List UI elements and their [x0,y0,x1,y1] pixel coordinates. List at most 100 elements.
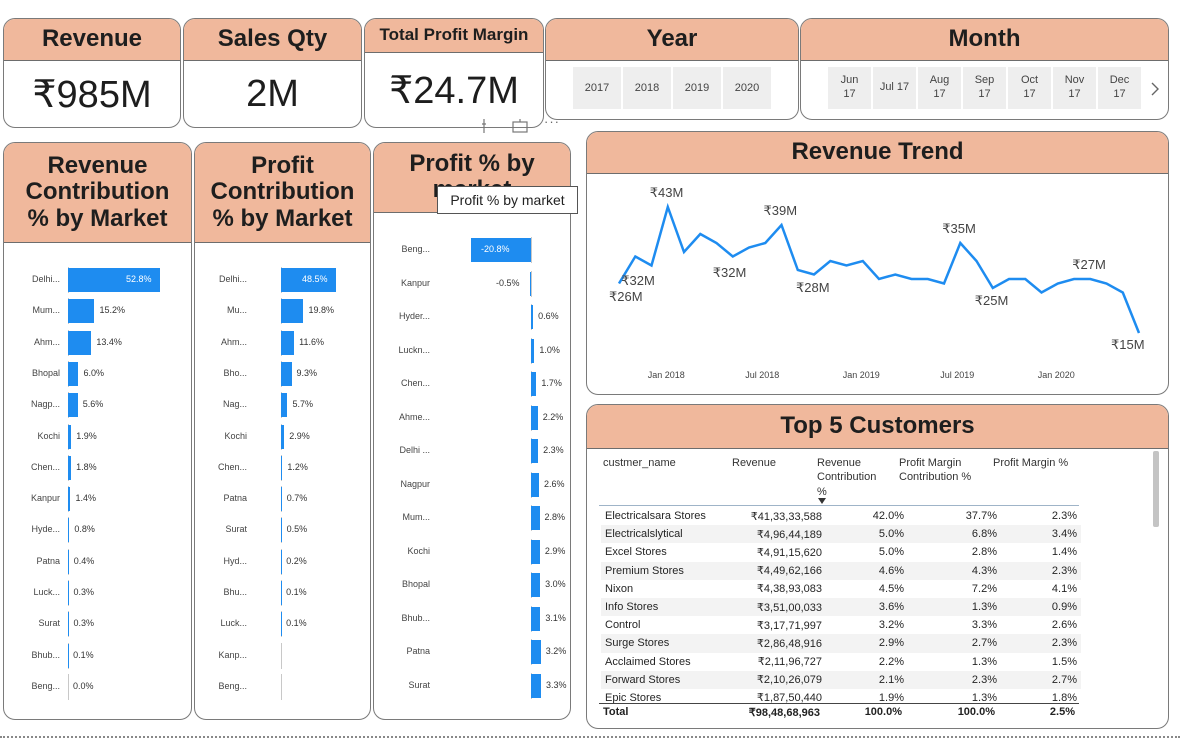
table-row[interactable]: Premium Stores ₹4,49,62,166 4.6% 4.3% 2.3% [601,561,1081,580]
bar[interactable] [68,581,69,605]
profit-margin-card[interactable]: Total Profit Margin ₹24.7M [364,18,544,128]
column-header-profit-margin[interactable]: Profit Margin % [993,456,1068,470]
month-option[interactable]: Sep 17 [963,67,1006,109]
table-row[interactable]: Acclaimed Stores ₹2,11,96,727 2.2% 1.3% 1.5% [601,653,1081,671]
sales-qty-title: Sales Qty [184,19,361,61]
column-header-customer[interactable]: custmer_name [603,456,676,470]
bar[interactable] [68,518,70,543]
sort-desc-icon[interactable] [818,498,826,504]
bar[interactable] [281,549,282,574]
bar[interactable] [531,539,540,564]
table-scrollbar[interactable] [1153,451,1159,527]
bar[interactable] [281,581,282,605]
top-customers-table[interactable]: Top 5 Customers custmer_name Revenue Rev… [586,404,1169,729]
bar[interactable] [531,372,537,396]
month-option[interactable]: Dec 17 [1098,67,1141,109]
bar[interactable] [68,455,72,480]
bar[interactable] [529,271,532,296]
profit-contribution-chart[interactable]: Profit Contribution % by Market Delhi...… [194,142,371,720]
revenue-card[interactable]: Revenue ₹985M [3,18,181,128]
year-option[interactable]: 2018 [623,67,671,109]
month-option[interactable]: Nov 17 [1053,67,1096,109]
bar[interactable] [531,405,538,430]
bar[interactable] [68,612,69,637]
year-option[interactable]: 2019 [673,67,721,109]
bar-category-label: Bhopal [31,367,60,378]
month-option[interactable]: Jun 17 [828,67,871,109]
bar[interactable] [281,330,295,355]
bar[interactable] [68,299,95,324]
bar[interactable] [281,612,282,637]
month-slicer: Month Jun 17 Jul 17 Aug 17 Sep 17 Oct 17 Nov 17 Dec… [800,18,1169,120]
bar[interactable] [281,518,282,543]
bar[interactable] [531,472,539,497]
table-row[interactable]: Control ₹3,17,71,997 3.2% 3.3% 2.6% [601,616,1081,634]
table-row[interactable]: Electricalsara Stores ₹41,33,33,588 42.0% 3… [601,507,1081,525]
bar-value-label: 19.8% [308,305,334,316]
bar[interactable] [281,424,285,449]
column-header-revenue[interactable]: Revenue [732,456,776,470]
sales-qty-card[interactable]: Sales Qty 2M [183,18,362,128]
bar[interactable] [281,361,292,386]
chevron-right-icon[interactable] [1149,81,1161,97]
bar[interactable] [68,549,69,574]
bar[interactable] [531,606,541,631]
table-cell: 3.4% [1001,525,1081,544]
bar[interactable] [531,673,541,698]
total-revenue: ₹98,48,68,963 [748,707,820,719]
bar-value-label: 5.6% [82,399,104,410]
table-cell: 2.3% [1001,634,1081,653]
revenue-trend-chart[interactable]: Revenue Trend ₹26M ₹32M ₹43M ₹32M ₹39M ₹28M ₹3… [586,131,1169,395]
table-row[interactable]: Info Stores ₹3,51,00,033 3.6% 1.3% 0.9% [601,597,1081,617]
table-row[interactable]: Surge Stores ₹2,86,48,916 2.9% 2.7% 2.3% [601,634,1081,653]
bar[interactable] [531,439,539,463]
bar[interactable] [68,424,72,449]
year-option[interactable]: 2017 [573,67,621,109]
bar[interactable] [68,330,92,355]
bar[interactable] [531,640,541,664]
sales-qty-value: 2M [246,72,299,115]
table-cell: ₹2,10,26,079 [726,670,826,689]
bar[interactable] [281,455,283,480]
profit-pct-chart[interactable]: Profit % by market Beng...-20.8%Kanpur-0… [373,142,571,720]
x-axis-tick-label: Jan 2019 [842,370,880,380]
table-row[interactable]: Forward Stores ₹2,10,26,079 2.1% 2.3% 2.7% [601,670,1081,689]
bar-value-label: 5.7% [292,399,313,410]
bar[interactable] [281,487,282,512]
bar[interactable] [531,305,534,329]
revenue-contribution-chart[interactable]: Revenue Contribution % by Market Delhi..… [3,142,192,720]
customers-grid: Electricalsara Stores ₹41,33,33,588 42.0% 3… [601,507,1081,707]
table-row[interactable]: Nixon ₹4,38,93,083 4.5% 7.2% 4.1% [601,580,1081,598]
month-option[interactable]: Aug 17 [918,67,961,109]
bar-baseline [531,237,533,263]
month-option[interactable]: Oct 17 [1008,67,1051,109]
bar[interactable] [68,361,79,386]
point-label: ₹25M [974,293,1009,308]
column-header-revenue-contribution[interactable]: Revenue Contribution % [817,456,889,499]
bar-category-label: Mu... [226,305,247,316]
bar-value-label: 0.3% [73,587,95,597]
column-header-profit-margin-contribution[interactable]: Profit Margin Contribution % [899,456,989,485]
year-option[interactable]: 2020 [723,67,771,109]
table-row[interactable]: Excel Stores ₹4,91,15,620 5.0% 2.8% 1.4% [601,543,1081,561]
bar[interactable] [281,393,288,418]
bar-value-label: 1.0% [539,344,560,355]
table-cell: 1.3% [971,655,997,668]
bar[interactable] [531,506,540,530]
filter-icon[interactable] [480,119,492,133]
table-row[interactable]: Electricalslytical ₹4,96,44,189 5.0% 6.8% 3.… [601,525,1081,544]
table-cell: ₹2,86,48,916 [726,634,826,653]
point-label: ₹15M [1111,337,1145,352]
bar-category-label: Bhub... [401,612,430,623]
bar[interactable] [531,573,541,597]
bar[interactable] [531,338,535,363]
bar[interactable] [68,487,71,512]
bar[interactable] [281,299,304,324]
bar[interactable] [68,643,69,668]
bar[interactable] [68,393,78,418]
focus-mode-icon[interactable] [512,119,528,133]
bar-baseline [281,673,282,700]
table-cell: 0.9% [1001,597,1081,617]
month-option-label: Nov [1064,74,1085,87]
month-option[interactable]: Jul 17 [873,67,916,109]
